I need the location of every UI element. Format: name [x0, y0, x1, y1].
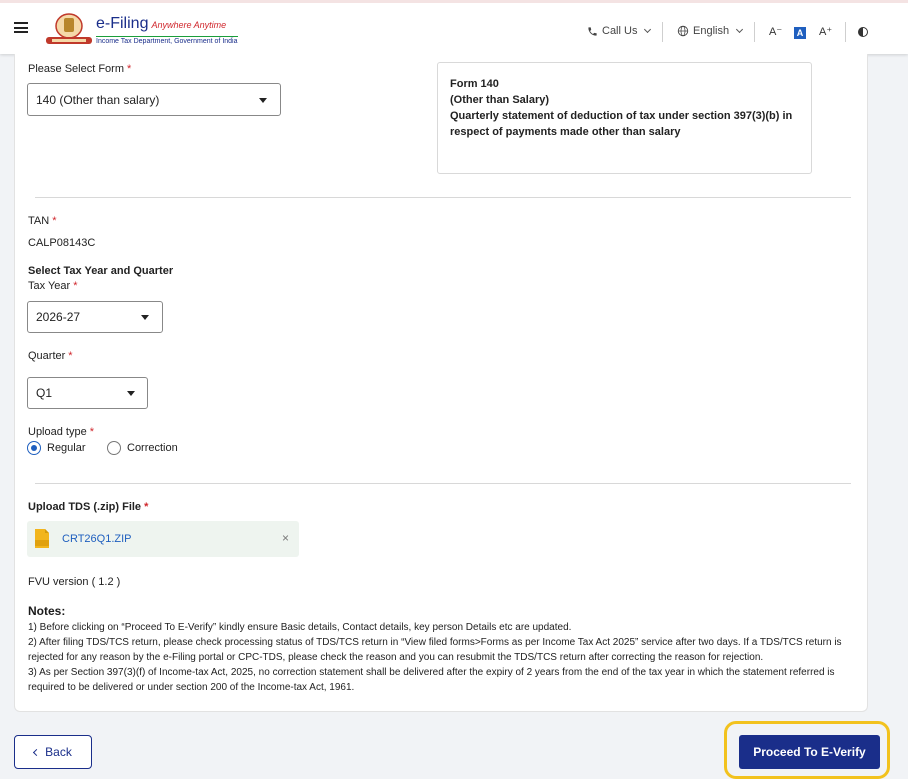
form-select-value: 140 (Other than salary) [36, 92, 160, 107]
upload-file-label: Upload TDS (.zip) File * [28, 501, 149, 513]
note-item: 3) As per Section 397(3)(f) of Income-ta… [28, 667, 835, 693]
note-item: 1) Before clicking on “Proceed To E-Veri… [28, 622, 572, 633]
back-label: Back [45, 745, 72, 759]
call-us-menu[interactable]: Call Us [587, 25, 652, 37]
radio-regular-label: Regular [47, 442, 86, 454]
font-decrease-button[interactable]: A⁻ [769, 25, 782, 38]
caret-down-icon [141, 315, 149, 320]
form-info-title: Form 140 [450, 78, 499, 90]
form-select-label: Please Select Form * [28, 63, 132, 75]
globe-icon [677, 25, 689, 37]
toolbar-divider [845, 22, 846, 42]
logo-subtitle: Income Tax Department, Government of Ind… [96, 36, 238, 45]
language-selector[interactable]: English [677, 25, 744, 37]
form-info-description-cont: respect of payments made other than sala… [450, 126, 681, 138]
call-us-label: Call Us [602, 25, 638, 37]
language-label: English [693, 25, 730, 37]
radio-unchecked-icon [107, 441, 121, 455]
contrast-icon [858, 27, 868, 37]
tax-year-select[interactable]: 2026-27 [27, 301, 163, 333]
radio-regular[interactable]: Regular [27, 441, 86, 455]
caret-down-icon [127, 391, 135, 396]
radio-correction-label: Correction [127, 442, 178, 454]
radio-checked-icon [27, 441, 41, 455]
section-divider [35, 483, 851, 484]
notes-title: Notes: [28, 604, 66, 618]
hamburger-menu-icon[interactable] [14, 22, 28, 33]
tan-value: CALP08143C [28, 237, 96, 249]
font-normal-button[interactable]: A [794, 27, 806, 39]
tax-period-heading: Select Tax Year and Quarter [28, 265, 174, 277]
form-info-box: Form 140 (Other than Salary) Quarterly s… [437, 62, 812, 174]
contrast-toggle[interactable] [857, 26, 869, 41]
fvu-version: FVU version ( 1.2 ) [28, 576, 121, 588]
logo-tagline: Anywhere Anytime [151, 20, 227, 30]
notes-section: Notes: 1) Before clicking on “Proceed To… [28, 604, 858, 695]
tan-label: TAN * [28, 215, 57, 227]
efiling-logo[interactable]: e-Filing Anywhere Anytime Income Tax Depa… [44, 12, 238, 48]
tax-year-label: Tax Year * [28, 280, 78, 292]
toolbar-divider [662, 22, 663, 42]
quarter-value: Q1 [36, 386, 53, 400]
chevron-left-icon [33, 748, 41, 756]
chevron-down-icon [736, 25, 744, 34]
remove-file-icon[interactable]: × [282, 531, 289, 545]
radio-correction[interactable]: Correction [107, 441, 178, 455]
top-bar: e-Filing Anywhere Anytime Income Tax Depa… [0, 0, 908, 54]
chevron-down-icon [644, 25, 652, 34]
emblem-icon [44, 12, 94, 48]
proceed-to-everify-button[interactable]: Proceed To E-Verify [739, 735, 880, 769]
uploaded-file-chip: CRT26Q1.ZIP × [27, 521, 299, 557]
upload-type-label: Upload type * [28, 426, 94, 438]
logo-title: e-Filing [96, 15, 149, 32]
form-card: Please Select Form * 140 (Other than sala… [14, 54, 868, 712]
toolbar-divider [754, 22, 755, 42]
caret-down-icon [259, 97, 267, 103]
tax-year-value: 2026-27 [36, 310, 81, 324]
form-info-subtitle: (Other than Salary) [450, 94, 550, 106]
quarter-label: Quarter * [28, 350, 73, 362]
form-info-description: Quarterly statement of deduction of tax … [450, 110, 793, 122]
form-select[interactable]: 140 (Other than salary) [27, 83, 281, 116]
back-button[interactable]: Back [14, 735, 92, 769]
zip-file-icon [34, 528, 50, 549]
uploaded-file-name[interactable]: CRT26Q1.ZIP [62, 533, 132, 545]
quarter-select[interactable]: Q1 [27, 377, 148, 409]
note-item: 2) After filing TDS/TCS return, please c… [28, 637, 842, 663]
font-increase-button[interactable]: A⁺ [819, 25, 832, 38]
phone-icon [588, 26, 597, 36]
section-divider [35, 197, 851, 198]
